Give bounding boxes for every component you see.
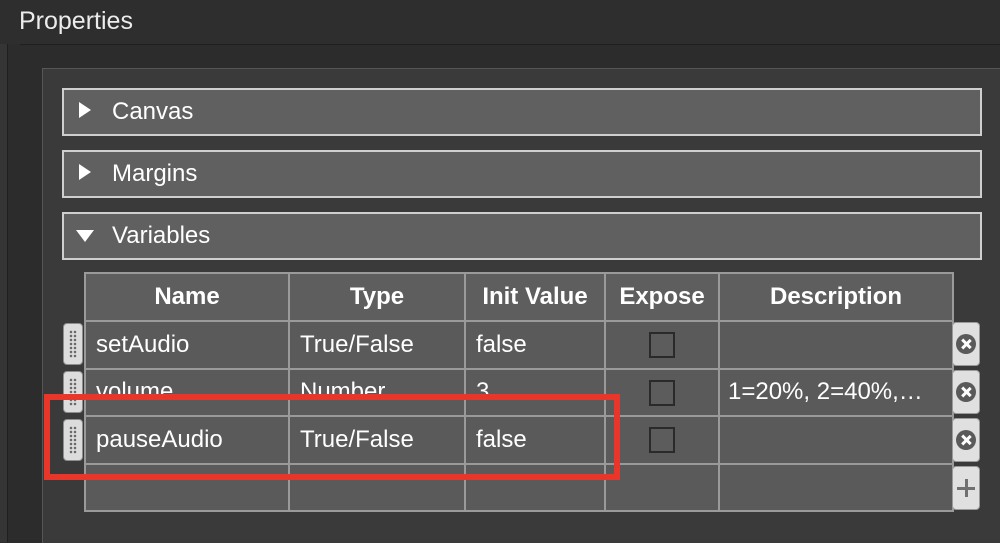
left-pane-edge <box>0 44 8 542</box>
variable-type-cell[interactable]: True/False <box>288 320 466 370</box>
section-label: Canvas <box>112 98 194 125</box>
add-row-button[interactable] <box>952 466 980 510</box>
remove-row-button[interactable] <box>952 418 980 462</box>
section-canvas[interactable]: Canvas <box>62 88 982 136</box>
expose-checkbox[interactable] <box>649 379 675 406</box>
variable-description-cell[interactable] <box>718 320 954 370</box>
column-header-name[interactable]: Name <box>84 272 290 322</box>
remove-row-button[interactable] <box>952 370 980 414</box>
highlight-annotation <box>44 394 620 480</box>
expose-checkbox[interactable] <box>649 332 675 359</box>
variable-init-cell[interactable]: false <box>464 320 606 370</box>
variable-name-cell[interactable]: setAudio <box>84 320 290 370</box>
panel-title: Properties <box>19 7 133 35</box>
column-header-description[interactable]: Description <box>718 272 954 322</box>
properties-header: Properties <box>0 0 1000 44</box>
disclosure-triangle-down-icon <box>76 230 94 242</box>
remove-circle-icon <box>956 334 976 354</box>
variable-description-cell[interactable] <box>718 415 954 465</box>
section-label: Margins <box>112 160 198 187</box>
section-label: Variables <box>112 222 211 249</box>
drag-handle-icon[interactable] <box>63 323 83 365</box>
column-header-expose[interactable]: Expose <box>604 272 720 322</box>
table-header-row: Name Type Init Value Expose Description <box>84 272 954 322</box>
variable-expose-cell <box>604 367 720 417</box>
column-header-type[interactable]: Type <box>288 272 466 322</box>
remove-circle-icon <box>956 430 976 450</box>
table-row[interactable]: setAudio True/False false <box>84 320 954 370</box>
add-plus-icon <box>956 478 976 498</box>
header-divider <box>20 44 1000 45</box>
expose-checkbox[interactable] <box>649 427 675 454</box>
section-margins[interactable]: Margins <box>62 150 982 198</box>
remove-circle-icon <box>956 382 976 402</box>
disclosure-triangle-right-icon <box>79 102 91 118</box>
section-variables[interactable]: Variables <box>62 212 982 260</box>
empty-cell[interactable] <box>604 462 720 512</box>
variable-expose-cell <box>604 415 720 465</box>
remove-row-button[interactable] <box>952 322 980 366</box>
variable-description-cell[interactable]: 1=20%, 2=40%,… <box>718 367 954 417</box>
column-header-init-value[interactable]: Init Value <box>464 272 606 322</box>
empty-cell[interactable] <box>718 462 954 512</box>
variable-expose-cell <box>604 320 720 370</box>
disclosure-triangle-right-icon <box>79 164 91 180</box>
